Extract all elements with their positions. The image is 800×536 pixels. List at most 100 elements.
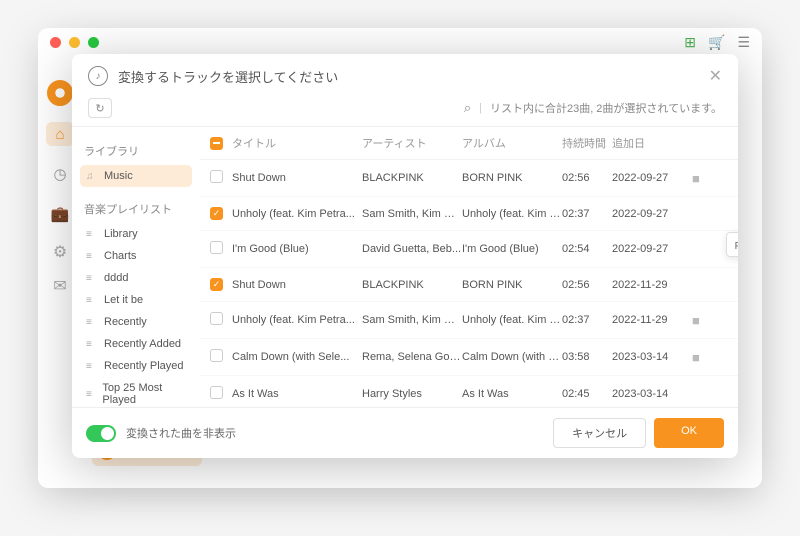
- cell-album: BORN PINK: [462, 279, 562, 291]
- table-row[interactable]: Unholy (feat. Kim Petra...Sam Smith, Kim…: [200, 302, 738, 339]
- modal-header: ♪ 変換するトラックを選択してください ✕: [72, 54, 738, 94]
- col-added[interactable]: 追加日: [612, 135, 692, 151]
- row-checkbox[interactable]: [210, 241, 223, 254]
- sidebar-item-playlist[interactable]: ≡Let it be: [80, 289, 192, 311]
- table-row[interactable]: Shut DownBLACKPINKBORN PINK02:562022-09-…: [200, 160, 738, 197]
- close-window-button[interactable]: [50, 37, 61, 48]
- playlist-icon: ≡: [86, 317, 98, 328]
- cell-duration: 02:56: [562, 172, 612, 184]
- show-in-finder-icon[interactable]: ■: [692, 313, 716, 328]
- select-all-checkbox[interactable]: [210, 137, 223, 150]
- cell-album: BORN PINK: [462, 172, 562, 184]
- table-row[interactable]: Calm Down (with Sele...Rema, Selena Gom.…: [200, 339, 738, 376]
- cell-album: Calm Down (with S...: [462, 351, 562, 363]
- sidebar-item-playlist[interactable]: ≡dddd: [80, 267, 192, 289]
- cell-duration: 02:37: [562, 314, 612, 326]
- app-logo: [47, 80, 73, 106]
- settings-icon[interactable]: ⚙: [53, 242, 67, 262]
- tracks-panel: タイトル アーティスト アルバム 持続時間 追加日 Shut DownBLACK…: [200, 127, 738, 407]
- cell-added: 2023-03-14: [612, 388, 692, 400]
- sidebar-item-library[interactable]: ♫Music: [80, 165, 192, 187]
- titlebar: ⊞ 🛒 ☰: [38, 28, 762, 56]
- cell-artist: Rema, Selena Gom...: [362, 351, 462, 363]
- playlist-icon: ≡: [86, 361, 98, 372]
- row-checkbox[interactable]: [210, 349, 223, 362]
- cell-artist: Sam Smith, Kim Pe...: [362, 314, 462, 326]
- modal-toolbar: ↻ ⌕ | リスト内に合計23曲, 2曲が選択されています。: [72, 94, 738, 126]
- ok-button[interactable]: OK: [654, 418, 724, 448]
- finder-tooltip: Finderに表示: [726, 232, 738, 257]
- table-row[interactable]: ✓Unholy (feat. Kim Petra...Sam Smith, Ki…: [200, 197, 738, 231]
- cell-title: Calm Down (with Sele...: [232, 351, 362, 363]
- music-note-icon: ♪: [88, 66, 108, 86]
- library-heading: ライブラリ: [84, 143, 188, 159]
- playlist-icon: ≡: [86, 229, 98, 240]
- sidebar-item-playlist[interactable]: ≡Recently Played: [80, 355, 192, 377]
- cell-album: As It Was: [462, 388, 562, 400]
- cell-artist: David Guetta, Beb...: [362, 243, 462, 255]
- playlists-heading: 音楽プレイリスト: [84, 201, 188, 217]
- music-icon: ♫: [86, 171, 98, 182]
- cell-duration: 02:45: [562, 388, 612, 400]
- close-icon[interactable]: ✕: [709, 66, 722, 86]
- cell-album: Unholy (feat. Kim P...: [462, 208, 562, 220]
- sidebar-item-playlist[interactable]: ≡Charts: [80, 245, 192, 267]
- cell-artist: BLACKPINK: [362, 172, 462, 184]
- grid-icon[interactable]: ⊞: [684, 34, 696, 51]
- sidebar-item-playlist[interactable]: ≡Library: [80, 223, 192, 245]
- hide-converted-toggle[interactable]: [86, 425, 116, 442]
- status-text: リスト内に合計23曲, 2曲が選択されています。: [490, 100, 722, 116]
- menu-icon[interactable]: ☰: [737, 34, 750, 51]
- col-artist[interactable]: アーティスト: [362, 135, 462, 151]
- col-title[interactable]: タイトル: [232, 135, 362, 151]
- search-icon[interactable]: ⌕: [464, 100, 471, 116]
- cell-duration: 02:37: [562, 208, 612, 220]
- nav-home[interactable]: ⌂: [46, 122, 74, 146]
- table-row[interactable]: I'm Good (Blue)David Guetta, Beb...I'm G…: [200, 231, 738, 268]
- cell-added: 2022-09-27: [612, 172, 692, 184]
- source-sidebar: ライブラリ ♫Music 音楽プレイリスト ≡Library≡Charts≡dd…: [72, 127, 200, 407]
- modal-footer: 変換された曲を非表示 キャンセル OK: [72, 407, 738, 458]
- row-checkbox[interactable]: [210, 312, 223, 325]
- col-duration[interactable]: 持続時間: [562, 135, 612, 151]
- cell-title: Unholy (feat. Kim Petra...: [232, 314, 362, 326]
- sidebar-item-playlist[interactable]: ≡Recently Added: [80, 333, 192, 355]
- cart-icon[interactable]: 🛒: [708, 34, 725, 51]
- zoom-window-button[interactable]: [88, 37, 99, 48]
- cell-artist: BLACKPINK: [362, 279, 462, 291]
- show-in-finder-icon[interactable]: ■: [692, 171, 716, 186]
- playlist-icon: ≡: [86, 251, 98, 262]
- cell-artist: Harry Styles: [362, 388, 462, 400]
- track-select-modal: ♪ 変換するトラックを選択してください ✕ ↻ ⌕ | リスト内に合計23曲, …: [72, 54, 738, 458]
- nav-toolbox[interactable]: 💼: [46, 202, 74, 226]
- playlist-icon: ≡: [86, 389, 96, 400]
- table-header: タイトル アーティスト アルバム 持続時間 追加日: [200, 127, 738, 160]
- cell-duration: 02:54: [562, 243, 612, 255]
- refresh-button[interactable]: ↻: [88, 98, 112, 118]
- cell-added: 2023-03-14: [612, 351, 692, 363]
- table-row[interactable]: ✓Shut DownBLACKPINKBORN PINK02:562022-11…: [200, 268, 738, 302]
- cell-title: Shut Down: [232, 172, 362, 184]
- modal-title: 変換するトラックを選択してください: [118, 67, 338, 86]
- playlist-icon: ≡: [86, 273, 98, 284]
- cell-added: 2022-11-29: [612, 279, 692, 291]
- row-checkbox[interactable]: ✓: [210, 278, 223, 291]
- playlist-icon: ≡: [86, 339, 98, 350]
- mail-icon[interactable]: ✉: [53, 276, 66, 296]
- row-checkbox[interactable]: [210, 386, 223, 399]
- cell-title: I'm Good (Blue): [232, 243, 362, 255]
- cell-added: 2022-09-27: [612, 243, 692, 255]
- cell-title: As It Was: [232, 388, 362, 400]
- nav-history[interactable]: ◷: [46, 162, 74, 186]
- cancel-button[interactable]: キャンセル: [553, 418, 646, 448]
- col-album[interactable]: アルバム: [462, 135, 562, 151]
- table-row[interactable]: As It WasHarry StylesAs It Was02:452023-…: [200, 376, 738, 407]
- sidebar-item-playlist[interactable]: ≡Top 25 Most Played: [80, 377, 192, 407]
- row-checkbox[interactable]: ✓: [210, 207, 223, 220]
- minimize-window-button[interactable]: [69, 37, 80, 48]
- cell-artist: Sam Smith, Kim Pe...: [362, 208, 462, 220]
- show-in-finder-icon[interactable]: ■: [692, 350, 716, 365]
- sidebar-item-playlist[interactable]: ≡Recently: [80, 311, 192, 333]
- row-checkbox[interactable]: [210, 170, 223, 183]
- cell-added: 2022-09-27: [612, 208, 692, 220]
